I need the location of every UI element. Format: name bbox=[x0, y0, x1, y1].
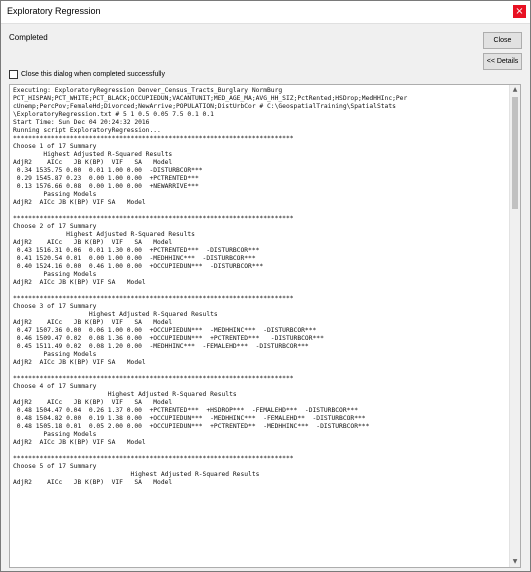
output-line: 0.48 1504.82 0.00 0.19 1.38 0.00 +OCCUPI… bbox=[13, 415, 366, 422]
output-line: AdjR2 AICc JB K(BP) VIF SA Model bbox=[13, 159, 173, 166]
output-line: Highest Adjusted R-Squared Results bbox=[13, 311, 218, 318]
output-line: Choose 5 of 17 Summary bbox=[13, 463, 97, 470]
title-bar: Exploratory Regression × bbox=[1, 1, 530, 24]
scroll-down-icon[interactable]: ▼ bbox=[510, 557, 520, 567]
output-line: 0.40 1524.16 0.00 0.46 1.00 0.00 +OCCUPI… bbox=[13, 263, 264, 270]
output-line: Highest Adjusted R-Squared Results bbox=[13, 151, 173, 158]
details-button[interactable]: << Details bbox=[483, 53, 522, 70]
output-line: Running script ExploratoryRegression... bbox=[13, 127, 161, 134]
output-line: 0.43 1516.31 0.06 0.01 1.30 0.00 +PCTREN… bbox=[13, 247, 260, 254]
output-line: ****************************************… bbox=[13, 295, 294, 302]
output-line: PCT_HISPAN;PCT_WHITE;PCT_BLACK;OCCUPIEDU… bbox=[13, 95, 408, 102]
output-line: Choose 3 of 17 Summary bbox=[13, 303, 97, 310]
output-line: Choose 2 of 17 Summary bbox=[13, 223, 97, 230]
output-line: Highest Adjusted R-Squared Results bbox=[13, 391, 237, 398]
output-line: Passing Models bbox=[13, 351, 97, 358]
output-line: ****************************************… bbox=[13, 375, 294, 382]
output-line: 0.41 1520.54 0.01 0.00 1.00 0.00 -MEDHHI… bbox=[13, 255, 256, 262]
output-line: AdjR2 AICc JB K(BP) VIF SA Model bbox=[13, 279, 146, 286]
status-text: Completed bbox=[9, 33, 48, 42]
scroll-thumb[interactable] bbox=[512, 97, 518, 209]
output-line: 0.47 1507.36 0.00 0.06 1.00 0.00 +OCCUPI… bbox=[13, 327, 317, 334]
output-line: 0.45 1511.49 0.02 0.08 1.20 0.00 -MEDHHI… bbox=[13, 343, 309, 350]
output-line: 0.48 1504.47 0.04 0.26 1.37 0.00 +PCTREN… bbox=[13, 407, 358, 414]
output-line: \ExploratoryRegression.txt # 5 1 0.5 0.0… bbox=[13, 111, 214, 118]
close-icon[interactable]: × bbox=[513, 5, 526, 18]
close-button[interactable]: Close bbox=[483, 32, 522, 49]
dialog-window: Exploratory Regression × Completed Close… bbox=[0, 0, 531, 572]
output-line: AdjR2 AICc JB K(BP) VIF SA Model bbox=[13, 399, 173, 406]
output-line: 0.29 1545.87 0.23 0.00 1.00 0.00 +PCTREN… bbox=[13, 175, 199, 182]
output-panel[interactable]: Executing: ExploratoryRegression Denver_… bbox=[9, 84, 521, 568]
output-line: AdjR2 AICc JB K(BP) VIF SA Model bbox=[13, 479, 173, 486]
output-line: cUnemp;PercPov;FemaleHd;Divorced;NewArri… bbox=[13, 103, 396, 110]
output-line: 0.34 1535.75 0.00 0.01 1.00 0.00 -DISTUR… bbox=[13, 167, 203, 174]
output-line: Start Time: Sun Dec 04 20:24:32 2016 bbox=[13, 119, 150, 126]
output-line: AdjR2 AICc JB K(BP) VIF SA Model bbox=[13, 239, 173, 246]
output-line: ****************************************… bbox=[13, 135, 294, 142]
output-line: Passing Models bbox=[13, 191, 97, 198]
checkbox-box[interactable] bbox=[9, 70, 18, 79]
output-line: AdjR2 AICc JB K(BP) VIF SA Model bbox=[13, 439, 146, 446]
output-line: Passing Models bbox=[13, 431, 97, 438]
output-line: 0.48 1505.18 0.01 0.05 2.00 0.00 +OCCUPI… bbox=[13, 423, 370, 430]
output-line: 0.46 1509.47 0.02 0.08 1.36 0.00 +OCCUPI… bbox=[13, 335, 324, 342]
output-line: Passing Models bbox=[13, 271, 97, 278]
output-line: AdjR2 AICc JB K(BP) VIF SA Model bbox=[13, 359, 146, 366]
output-line: ****************************************… bbox=[13, 215, 294, 222]
scroll-up-icon[interactable]: ▲ bbox=[510, 85, 520, 95]
output-line: Choose 4 of 17 Summary bbox=[13, 383, 97, 390]
vertical-scrollbar[interactable]: ▲ ▼ bbox=[509, 85, 520, 567]
output-line: Executing: ExploratoryRegression Denver_… bbox=[13, 87, 283, 94]
close-on-complete-checkbox[interactable]: Close this dialog when completed success… bbox=[9, 70, 165, 79]
window-title: Exploratory Regression bbox=[7, 6, 101, 16]
output-line: AdjR2 AICc JB K(BP) VIF SA Model bbox=[13, 199, 146, 206]
checkbox-label: Close this dialog when completed success… bbox=[21, 71, 165, 78]
output-line: Choose 1 of 17 Summary bbox=[13, 143, 97, 150]
output-text: Executing: ExploratoryRegression Denver_… bbox=[13, 87, 507, 565]
output-line: ****************************************… bbox=[13, 455, 294, 462]
output-line: Highest Adjusted R-Squared Results bbox=[13, 471, 260, 478]
output-line: AdjR2 AICc JB K(BP) VIF SA Model bbox=[13, 319, 173, 326]
output-line: Highest Adjusted R-Squared Results bbox=[13, 231, 195, 238]
output-line: 0.13 1576.66 0.08 0.00 1.00 0.00 +NEWARR… bbox=[13, 183, 199, 190]
